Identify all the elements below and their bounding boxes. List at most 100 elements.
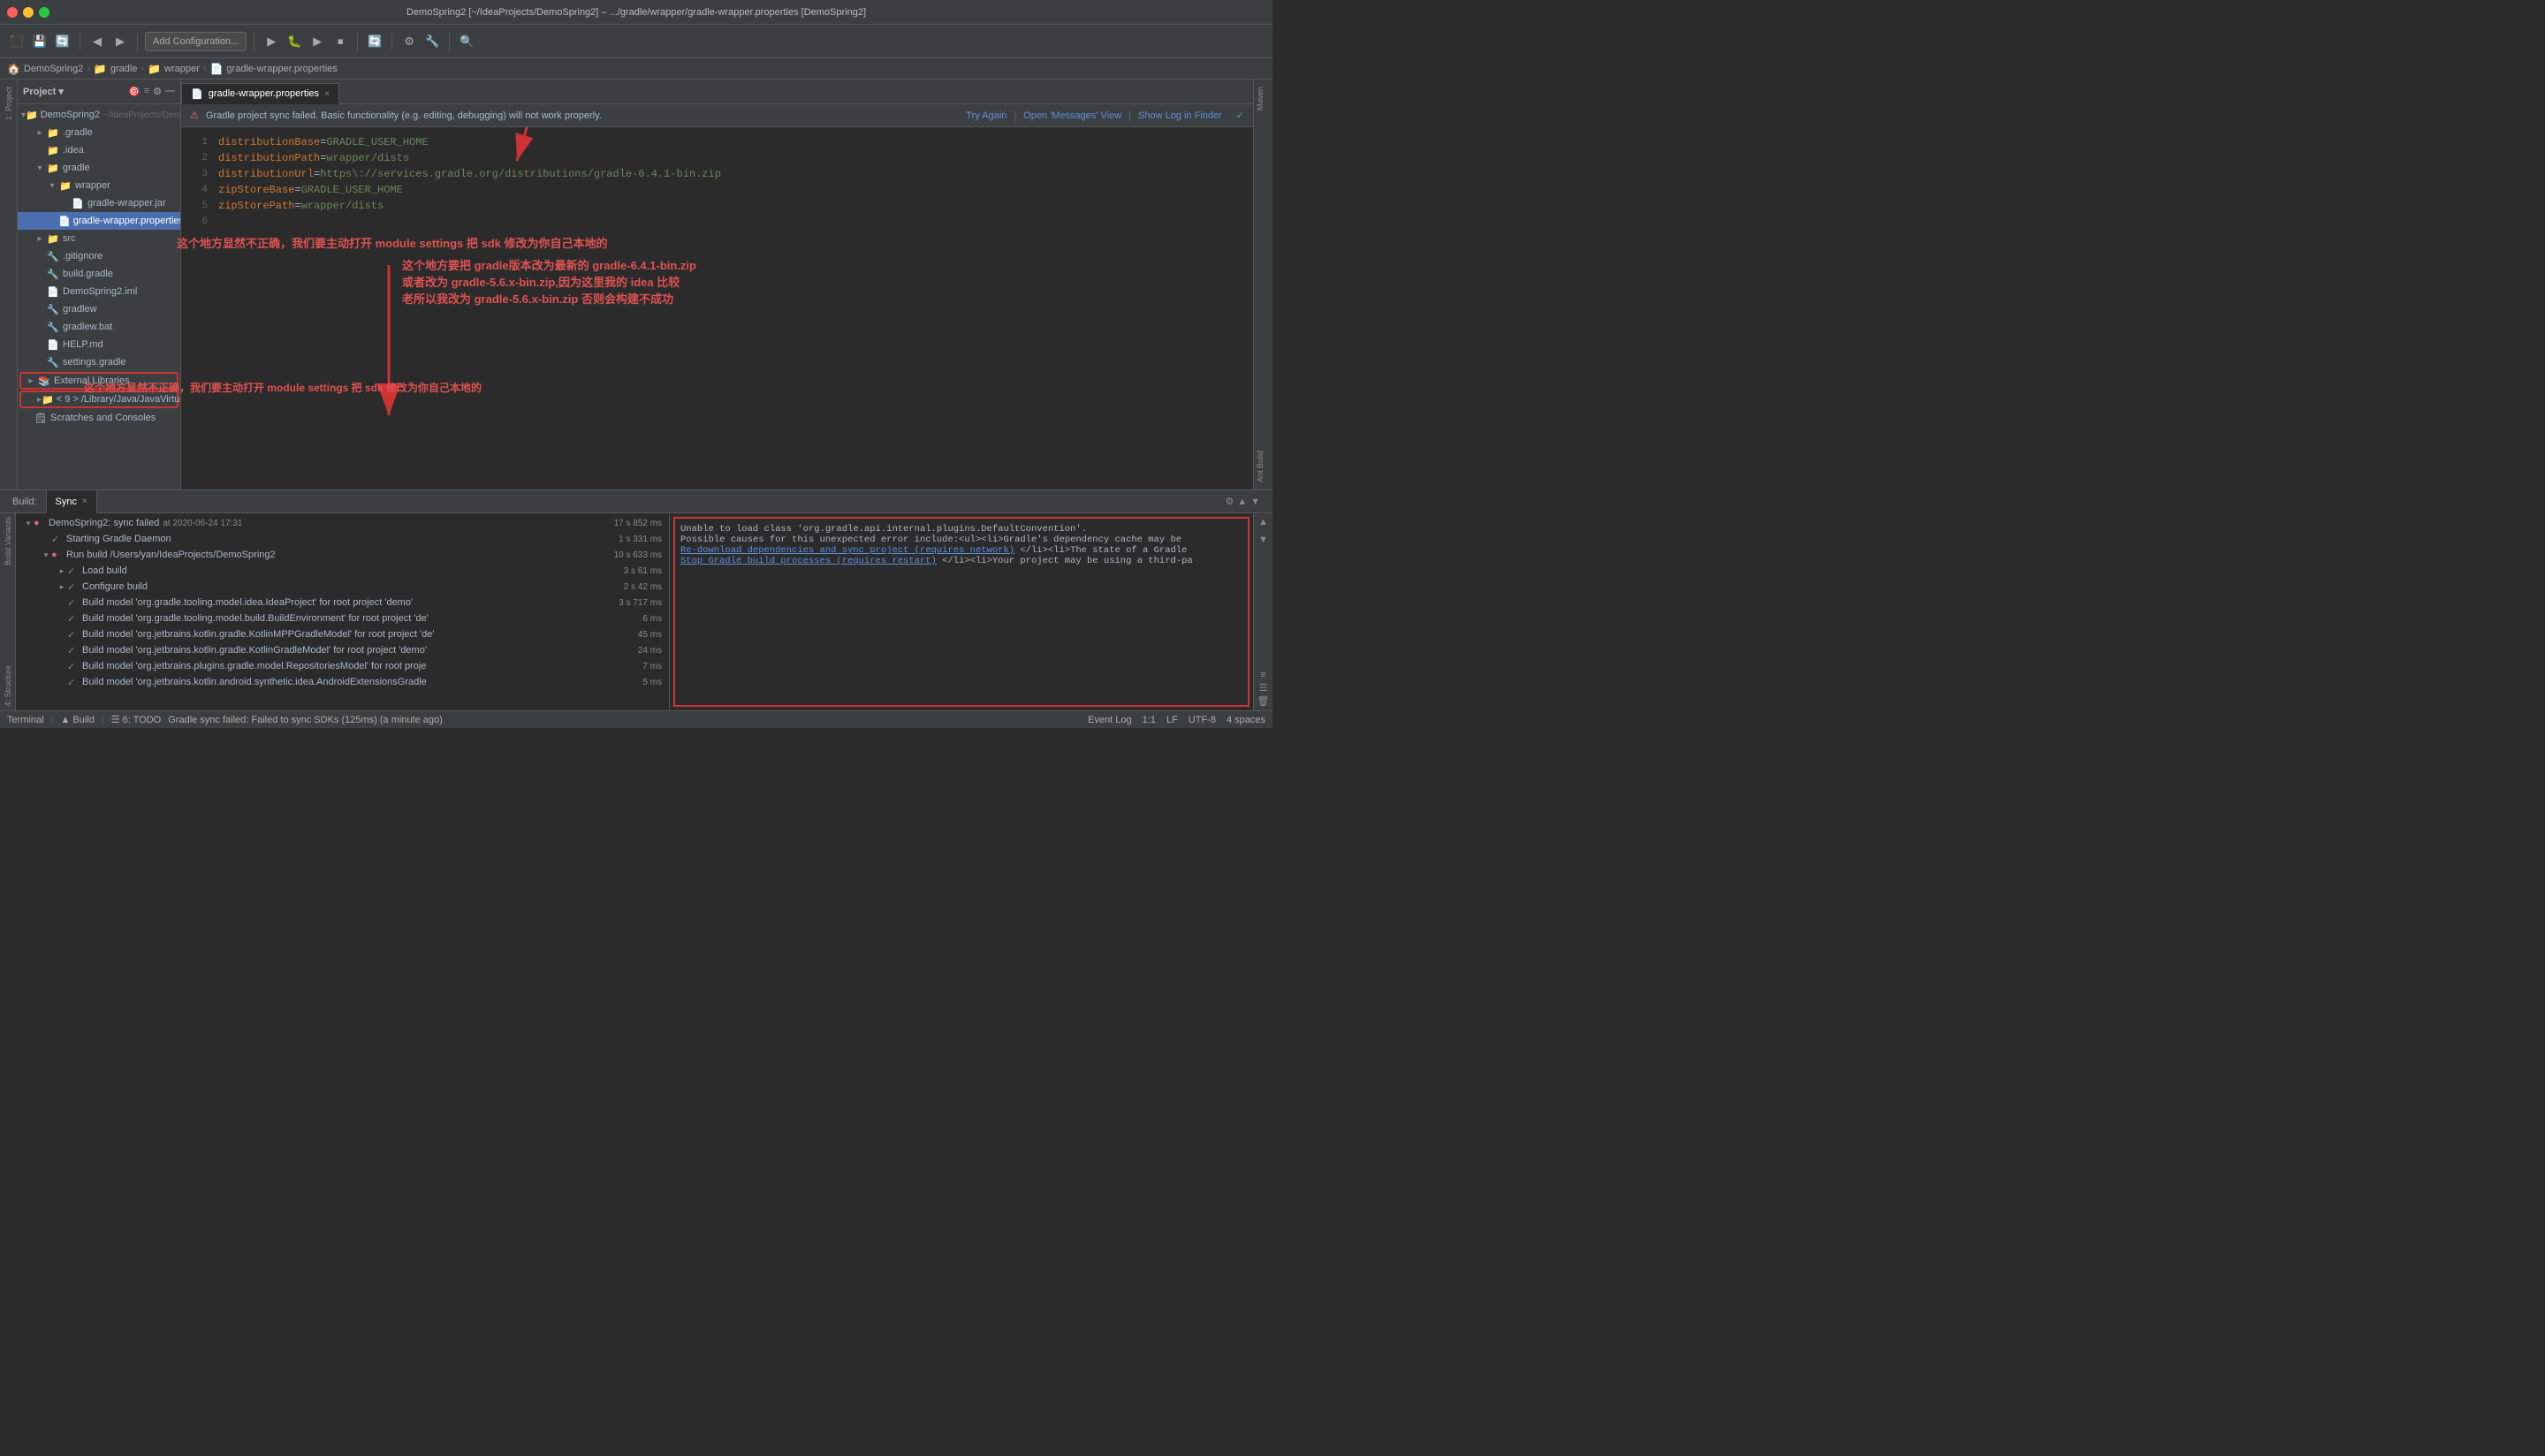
build-variants-label[interactable]: Build Variants [2, 513, 14, 569]
editor-tab-properties[interactable]: 📄 gradle-wrapper.properties × [181, 83, 339, 104]
encoding-indicator[interactable]: UTF-8 [1189, 715, 1216, 725]
forward-icon[interactable]: ▶ [110, 32, 130, 51]
scroll-up-icon[interactable]: ▲ [1237, 497, 1247, 507]
build-item-8[interactable]: ✓ Build model 'org.jetbrains.kotlin.grad… [16, 642, 669, 658]
trash-icon[interactable]: 🗑 [1257, 695, 1270, 707]
check-icon-8: ✓ [67, 645, 80, 656]
tree-item-gradlew-bat[interactable]: 🔧 gradlew.bat [18, 318, 180, 336]
sync-icon[interactable]: 🔄 [53, 32, 72, 51]
sync-tab[interactable]: Sync × [47, 490, 97, 513]
project-icon[interactable]: ⬛ [7, 32, 27, 51]
scroll-up-btn[interactable]: ▲ [1255, 513, 1272, 531]
stop-gradle-link[interactable]: Stop Gradle build processes (requires re… [680, 556, 937, 566]
indent-indicator[interactable]: 4 spaces [1227, 715, 1265, 725]
tree-item-settings-gradle[interactable]: 🔧 settings.gradle [18, 353, 180, 371]
sep6 [449, 33, 450, 50]
tree-item-wrapper-jar[interactable]: 📄 gradle-wrapper.jar [18, 194, 180, 212]
stop-icon[interactable]: ⏹ [330, 32, 350, 51]
editor-area: 📄 gradle-wrapper.properties × ⚠ Gradle p… [181, 80, 1253, 489]
tree-item-external-libs[interactable]: ▸ 📚 External Libraries [19, 372, 179, 390]
lf-indicator[interactable]: LF [1166, 715, 1178, 725]
error-text-1: Unable to load class 'org.gradle.api.int… [680, 524, 1242, 535]
tree-item-gradlew[interactable]: 🔧 gradlew [18, 300, 180, 318]
sync-tab-close[interactable]: × [82, 497, 87, 506]
sync-banner: ⚠ Gradle project sync failed. Basic func… [181, 104, 1253, 127]
build-item-2[interactable]: ▾ ● Run build /Users/yan/IdeaProjects/De… [16, 547, 669, 563]
tree-item-gradle-hidden[interactable]: ▸ 📁 .gradle [18, 124, 180, 141]
redownload-link[interactable]: Re-download dependencies and sync projec… [680, 545, 1014, 556]
todo-tab[interactable]: ☰ 6: TODO [111, 714, 162, 725]
tree-item-gradle[interactable]: ▾ 📁 gradle [18, 159, 180, 177]
tree-item-help[interactable]: 📄 HELP.md [18, 336, 180, 353]
tree-item-scratches[interactable]: 🗒 Scratches and Consoles [18, 409, 180, 427]
scroll-down-icon[interactable]: ▼ [1250, 497, 1260, 507]
tree-item-demosprig2[interactable]: ▾ 📁 DemoSpring2 ~/IdeaProjects/DemoSprin… [18, 106, 180, 124]
show-log-link[interactable]: Show Log in Finder [1138, 110, 1222, 121]
back-icon[interactable]: ◀ [87, 32, 107, 51]
build-item-0[interactable]: ▾ ● DemoSpring2: sync failed at 2020-06-… [16, 515, 669, 531]
settings-icon[interactable]: ⚙ [399, 32, 419, 51]
scroll-down-btn[interactable]: ▼ [1255, 531, 1272, 549]
open-messages-link[interactable]: Open 'Messages' View [1023, 110, 1121, 121]
debug-icon[interactable]: 🐛 [285, 32, 304, 51]
tree-item-wrapper[interactable]: ▾ 📁 wrapper [18, 177, 180, 194]
collapse-icon[interactable]: ≡ [144, 86, 149, 97]
event-log-link[interactable]: Event Log [1088, 715, 1132, 725]
tree-item-jdk[interactable]: ▸ 📁 < 9 > /Library/Java/JavaVirtualMachi… [19, 391, 179, 408]
wrap-icon[interactable]: ≡ [1260, 670, 1265, 680]
build-item-6[interactable]: ✓ Build model 'org.gradle.tooling.model.… [16, 610, 669, 626]
maven-tool-label[interactable]: Maven [1254, 80, 1272, 118]
tools-icon[interactable]: 🔧 [422, 32, 442, 51]
add-configuration-button[interactable]: Add Configuration... [145, 32, 247, 51]
project-tool-label[interactable]: 1: Project [3, 83, 15, 124]
code-area[interactable]: 1 distributionBase=GRADLE_USER_HOME 2 di… [181, 127, 1253, 489]
tree-item-build-gradle[interactable]: 🔧 build.gradle [18, 265, 180, 283]
build-item-3[interactable]: ▸ ✓ Load build 3 s 61 ms [16, 563, 669, 579]
build-item-5[interactable]: ✓ Build model 'org.gradle.tooling.model.… [16, 595, 669, 610]
minimize-panel-icon[interactable]: — [165, 86, 175, 97]
error-box: Unable to load class 'org.gradle.api.int… [673, 517, 1250, 707]
tab-close-icon[interactable]: × [324, 89, 330, 99]
breadcrumb-item-1[interactable]: gradle [110, 64, 138, 74]
position-indicator[interactable]: 1:1 [1143, 715, 1156, 725]
bottom-panel-controls: ⚙ ▲ ▼ [1225, 496, 1267, 507]
code-line-2: 2 distributionPath=wrapper/dists [181, 150, 1253, 166]
build-item-7[interactable]: ✓ Build model 'org.jetbrains.kotlin.grad… [16, 626, 669, 642]
search-everywhere-icon[interactable]: 🔍 [457, 32, 476, 51]
tree-item-iml[interactable]: 📄 DemoSpring2.iml [18, 283, 180, 300]
panel-header-icons[interactable]: 🎯 ≡ ⚙ — [128, 86, 175, 97]
check-icon-4: ✓ [67, 581, 80, 593]
settings-icon-panel[interactable]: ⚙ [153, 86, 162, 97]
try-again-link[interactable]: Try Again [966, 110, 1007, 121]
filter-icon[interactable]: ☰ [1259, 682, 1268, 694]
window-controls[interactable] [7, 7, 49, 18]
build-tab-status[interactable]: ▲ Build [60, 715, 94, 725]
bottom-settings-icon[interactable]: ⚙ [1225, 496, 1234, 507]
tree-item-src[interactable]: ▸ 📁 src [18, 230, 180, 247]
tree-item-wrapper-properties[interactable]: 📄 gradle-wrapper.properties [18, 212, 180, 230]
build-item-1[interactable]: ✓ Starting Gradle Daemon 1 s 331 ms [16, 531, 669, 547]
breadcrumb-item-2[interactable]: wrapper [164, 64, 200, 74]
sep5 [391, 33, 392, 50]
ant-tool-label[interactable]: Ant Build [1254, 444, 1272, 489]
run-icon[interactable]: ▶ [262, 32, 281, 51]
build-item-4[interactable]: ▸ ✓ Configure build 2 s 42 ms [16, 579, 669, 595]
close-button[interactable] [7, 7, 18, 18]
code-line-5: 5 zipStorePath=wrapper/dists [181, 198, 1253, 214]
build-item-9[interactable]: ✓ Build model 'org.jetbrains.plugins.gra… [16, 658, 669, 674]
structure-label[interactable]: 4: Structure [2, 662, 14, 710]
minimize-button[interactable] [23, 7, 34, 18]
tree-item-gitignore[interactable]: 🔧 .gitignore [18, 247, 180, 265]
locate-icon[interactable]: 🎯 [128, 86, 141, 97]
build-item-10[interactable]: ✓ Build model 'org.jetbrains.kotlin.andr… [16, 674, 669, 690]
maximize-button[interactable] [39, 7, 49, 18]
breadcrumb-item-3[interactable]: gradle-wrapper.properties [226, 64, 337, 74]
run-with-coverage-icon[interactable]: ▶ [308, 32, 327, 51]
editor-tabs: 📄 gradle-wrapper.properties × [181, 80, 1253, 104]
save-icon[interactable]: 💾 [30, 32, 49, 51]
check-icon-7: ✓ [67, 629, 80, 641]
gradle-refresh-icon[interactable]: 🔄 [365, 32, 384, 51]
breadcrumb-item-0[interactable]: DemoSpring2 [24, 64, 83, 74]
tree-item-idea[interactable]: 📁 .idea [18, 141, 180, 159]
terminal-tab[interactable]: Terminal [7, 715, 44, 725]
